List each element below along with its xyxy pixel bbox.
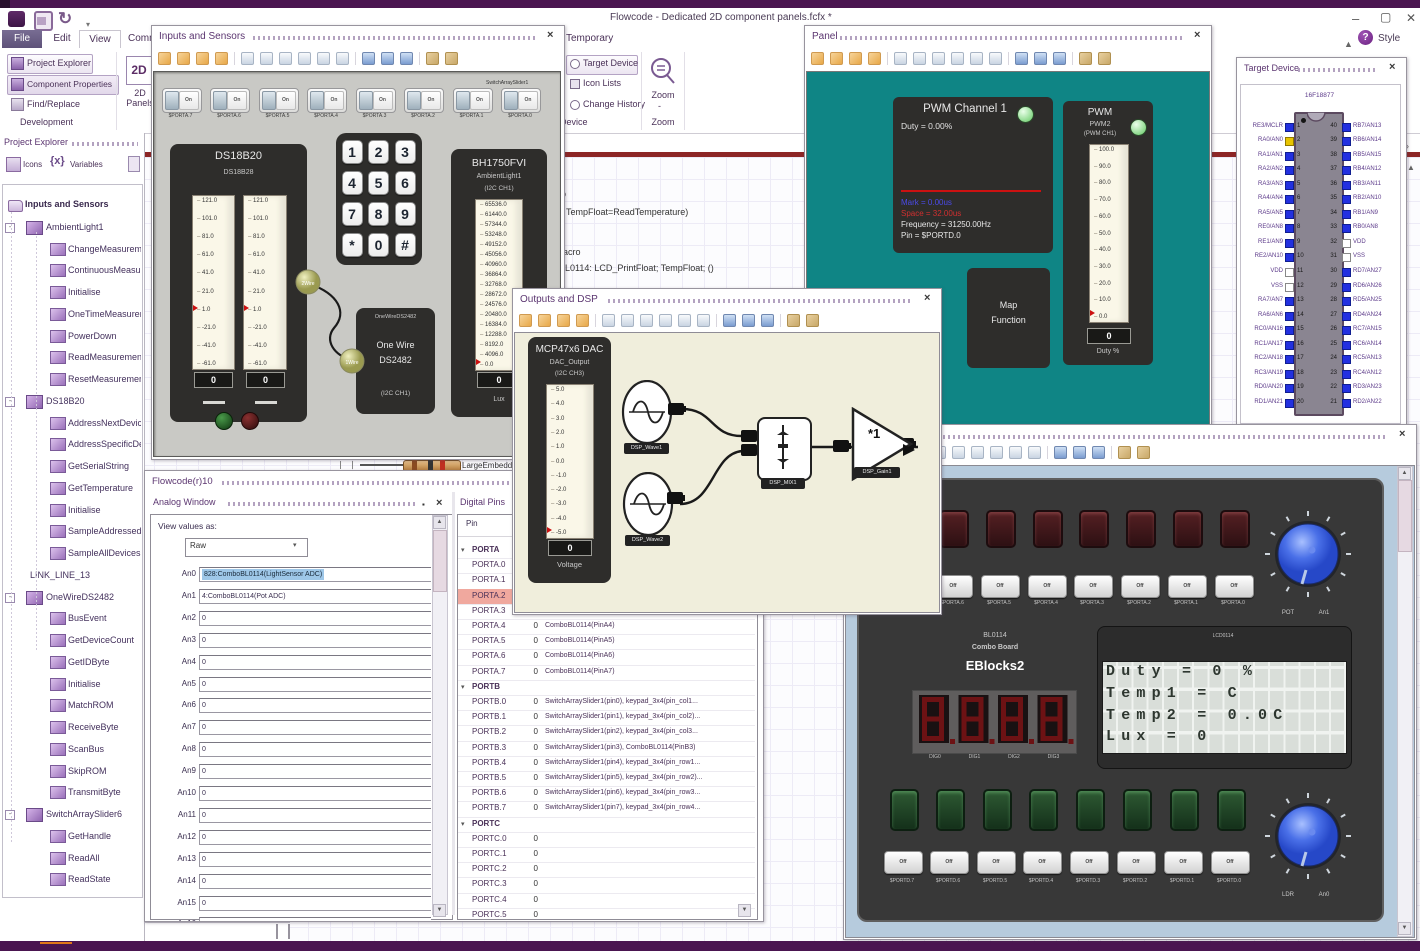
svg-text:1Wire: 1Wire bbox=[345, 360, 358, 366]
svg-text:2Wire: 2Wire bbox=[301, 281, 314, 287]
svg-text:*1: *1 bbox=[868, 426, 880, 441]
